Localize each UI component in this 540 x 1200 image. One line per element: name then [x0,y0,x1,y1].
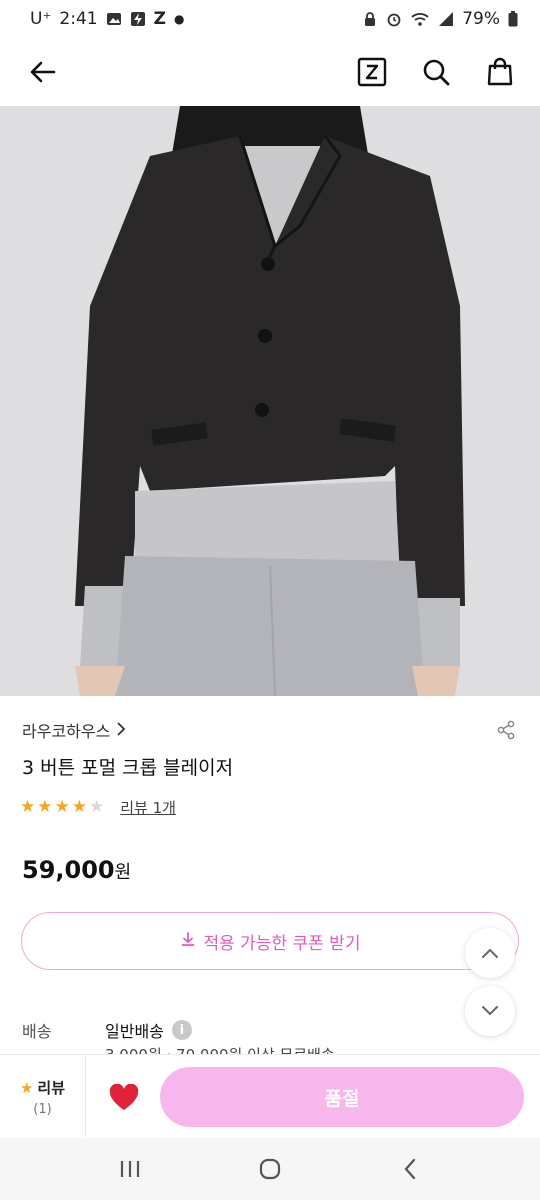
home-icon[interactable] [254,1153,286,1185]
flash-notification-icon [130,11,146,27]
time-label: 2:41 [59,9,98,29]
scroll-up-button[interactable] [465,928,515,978]
system-nav-bar [0,1138,540,1200]
status-bar: U⁺ 2:41 Z ● 79% [0,0,540,38]
rating-row: ★ ★ ★ ★ ★ 리뷰 1개 [20,797,176,818]
coupon-button[interactable]: 적용 가능한 쿠폰 받기 [21,912,519,970]
chevron-up-icon [481,944,499,963]
alarm-icon [386,11,402,27]
battery-label: 79% [462,9,500,29]
shipping-value: 일반배송 i [105,1018,192,1042]
review-summary-top: ★ 리뷰 [20,1077,65,1098]
star-empty-icon: ★ [89,797,105,817]
shopping-bag-icon[interactable] [484,56,516,88]
brand-row: 라우코하우스 [22,718,518,742]
dot-icon: ● [173,12,185,26]
back-arrow-icon[interactable] [26,56,58,88]
signal-icon [438,11,454,27]
heart-icon[interactable] [104,1079,144,1115]
star-icon: ★ [71,797,87,817]
star-icon: ★ [37,797,53,817]
wifi-icon [410,11,430,27]
chevron-down-icon [481,1002,499,1021]
star-icon: ★ [54,797,70,817]
search-icon[interactable] [420,56,452,88]
scroll-down-button[interactable] [465,986,515,1036]
product-image[interactable] [0,106,540,696]
shipping-type: 일반배송 [105,1022,164,1041]
price-value: 59,000 [22,856,115,884]
shipping-fee: 3,000원 · 70,000원 이상 무료배송 [105,1044,505,1054]
review-summary-count: (1) [33,1102,52,1117]
star-icon: ★ [19,1078,34,1097]
price-currency: 원 [114,862,132,883]
download-icon [180,931,196,952]
carrier-label: U⁺ [30,9,52,29]
app-bar-actions [356,56,516,88]
price: 59,000원 [22,856,131,884]
shipping-label: 배송 [22,1022,52,1041]
recent-apps-icon[interactable] [114,1153,146,1185]
brand-link[interactable]: 라우코하우스 [22,718,126,742]
status-right: 79% [362,9,518,29]
review-summary-button[interactable]: ★ 리뷰 (1) [0,1055,86,1139]
gallery-notification-icon [106,11,122,27]
coupon-label: 적용 가능한 쿠폰 받기 [203,933,361,954]
chevron-right-icon [116,721,126,740]
share-icon[interactable] [494,718,518,742]
soldout-label: 품절 [324,1087,360,1110]
soldout-button[interactable]: 품절 [160,1067,524,1127]
star-icon: ★ [20,797,36,817]
z-logo-icon[interactable] [356,56,388,88]
status-left: U⁺ 2:41 Z ● [30,9,184,29]
app-bar [0,38,540,106]
info-icon[interactable]: i [171,1020,192,1040]
review-summary-label: 리뷰 [37,1079,66,1097]
brand-name: 라우코하우스 [22,722,111,741]
product-title: 3 버튼 포멀 크롭 블레이저 [22,757,234,779]
battery-icon [508,11,518,27]
review-count-link[interactable]: 리뷰 1개 [120,797,176,818]
z-notification-label: Z [153,9,166,29]
purchase-bar: ★ 리뷰 (1) 품절 [0,1054,540,1139]
back-icon[interactable] [394,1153,426,1185]
lock-icon [362,11,378,27]
